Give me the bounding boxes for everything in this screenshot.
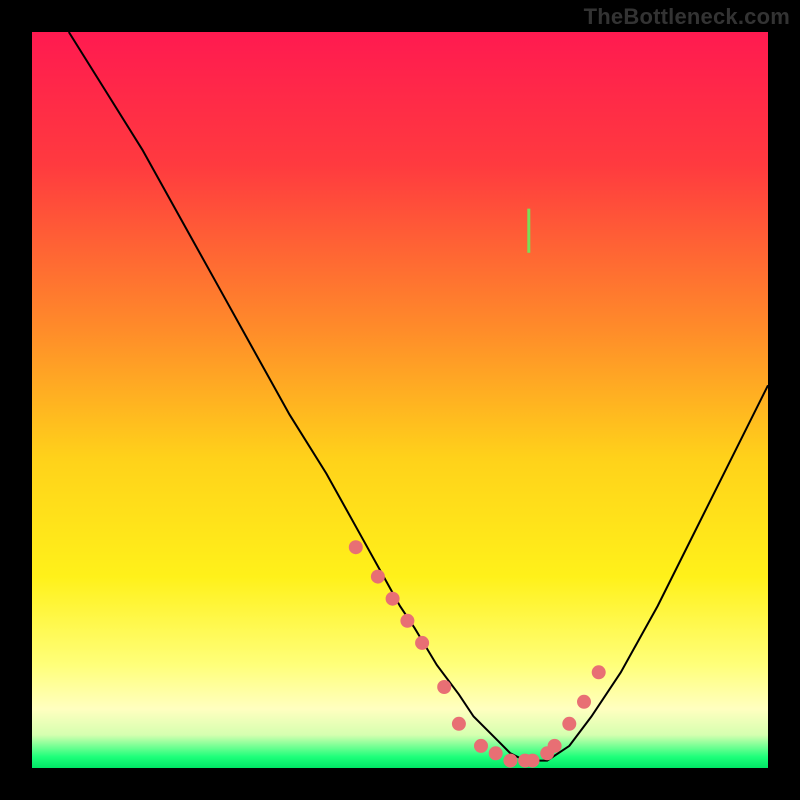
- dot: [562, 717, 576, 731]
- dot: [452, 717, 466, 731]
- dot: [415, 636, 429, 650]
- dot: [474, 739, 488, 753]
- chart-stage: TheBottleneck.com: [0, 0, 800, 800]
- dot: [503, 754, 517, 768]
- plot-area: [32, 32, 768, 768]
- dot: [577, 695, 591, 709]
- dot: [386, 592, 400, 606]
- dot: [349, 540, 363, 554]
- chart-canvas: [0, 0, 800, 800]
- dot: [526, 754, 540, 768]
- watermark-label: TheBottleneck.com: [584, 4, 790, 30]
- dot: [400, 614, 414, 628]
- dot: [548, 739, 562, 753]
- dot: [437, 680, 451, 694]
- dot: [371, 570, 385, 584]
- dot: [489, 746, 503, 760]
- dot: [592, 665, 606, 679]
